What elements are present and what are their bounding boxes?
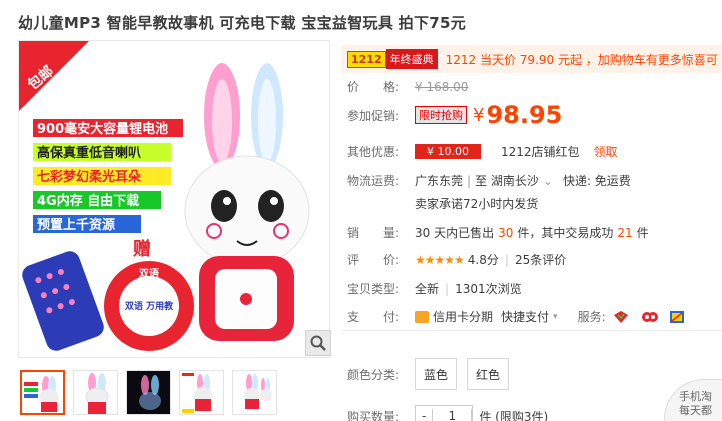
quantity-label: 购买数量:: [347, 409, 400, 421]
guarantee-icon[interactable]: [613, 310, 628, 323]
quantity-limit: 件 (限购3件): [479, 409, 549, 421]
service-label: 服务:: [577, 310, 606, 324]
sales-text-c: 件: [636, 226, 649, 240]
sales-row: 销 量: 30 天内已售出 30 件，其中交易成功 21 件: [347, 224, 649, 241]
rating-score: 4.8分: [467, 253, 499, 267]
event-badge-number: 1212: [347, 50, 386, 68]
magnifier-icon: [310, 335, 326, 351]
coupon-badge: ¥ 10.00: [415, 144, 481, 159]
gift-label: 赠: [133, 238, 151, 260]
promo-text: 1212 当天价 79.90 元起 ，加购物车有更多惊喜可: [445, 52, 718, 67]
color-label: 颜色分类:: [347, 367, 400, 382]
item-type-separator: |: [445, 281, 450, 296]
book-title-a: 双语: [139, 267, 159, 280]
other-discount-row: 其他优惠: ¥ 10.00 1212店铺红包 领取: [347, 143, 618, 160]
mobile-prompt-line-2: 每天都: [679, 404, 712, 417]
color-option-red[interactable]: 红色: [467, 358, 510, 390]
event-badge-text: 年终盛典: [385, 49, 438, 69]
shipping-promise: 卖家承诺72小时内发货: [415, 197, 539, 211]
thumbnail-1[interactable]: [20, 370, 65, 415]
promotion-label: 参加促销:: [347, 108, 400, 123]
promotion-row: 参加促销: 限时抢购 ¥ 98.95: [347, 101, 562, 129]
shipping-promise-row: 卖家承诺72小时内发货: [415, 195, 538, 212]
thumbnail-3[interactable]: [126, 370, 171, 415]
review-count-link[interactable]: 25条评价: [515, 251, 566, 268]
item-type-row: 宝贝类型: 全新 | 1301次浏览: [347, 280, 522, 297]
item-type-label: 宝贝类型:: [347, 282, 400, 296]
sales-text-b: 件，其中交易成功: [517, 226, 614, 240]
credit-heart-icon[interactable]: [641, 311, 658, 323]
claim-coupon-link[interactable]: 领取: [594, 143, 618, 160]
promotion-price: 98.95: [486, 101, 563, 129]
credit-installment[interactable]: 信用卡分期: [433, 308, 493, 325]
promo-bar[interactable]: 1212 年终盛典 1212 当天价 79.90 元起 ，加购物车有更多惊喜可: [341, 45, 722, 73]
chevron-down-icon[interactable]: ⌄: [543, 174, 553, 188]
mobile-app-prompt[interactable]: 手机淘 每天都: [664, 379, 722, 421]
payment-label: 支 付:: [347, 310, 400, 324]
thumbnail-5[interactable]: [232, 370, 277, 415]
product-title: 幼儿童MP3 智能早教故事机 可充电下载 宝宝益智玩具 拍下75元: [18, 14, 467, 32]
color-row: 颜色分类: 蓝色 红色: [347, 358, 519, 390]
divider: [341, 330, 722, 331]
thumbnail-strip: [20, 370, 277, 415]
feature-label-2: 高保真重低音喇叭: [37, 145, 141, 161]
rating-label: 评 价:: [347, 253, 400, 267]
zoom-button[interactable]: [305, 330, 331, 356]
ship-from: 广东东莞: [415, 174, 464, 188]
quantity-decrease-button[interactable]: -: [416, 409, 432, 421]
mobile-prompt-line-1: 手机淘: [679, 390, 712, 403]
rating-row: 评 价: ★★★★★ 4.8分 | 25条评价: [347, 251, 566, 268]
quantity-stepper[interactable]: - 1: [415, 405, 474, 421]
event-badge: 1212 年终盛典: [347, 49, 438, 69]
quick-pay-dropdown-icon[interactable]: ▾: [553, 312, 558, 322]
card-payment-icon[interactable]: [669, 310, 684, 323]
logistics-row: 物流运费: 广东东莞 | 至 湖南长沙 ⌄ 快递: 免运费: [347, 172, 631, 189]
feature-label-1: 900毫安大容量锂电池: [37, 121, 168, 137]
quantity-input[interactable]: 1: [432, 409, 473, 421]
price-row: 价 格: ¥ 168.00: [347, 78, 468, 95]
rating-stars: ★★★★★: [415, 252, 465, 267]
payment-row: 支 付: 信用卡分期 快捷支付 ▾ 服务:: [347, 308, 688, 325]
logistics-label: 物流运费:: [347, 174, 400, 188]
book-title-b: 双语 万用教: [125, 300, 174, 312]
currency-symbol: ¥: [473, 104, 485, 126]
thumbnail-2[interactable]: [73, 370, 118, 415]
thumbnail-4[interactable]: [179, 370, 224, 415]
logistics-separator: |: [467, 173, 472, 188]
sold-count: 30: [498, 225, 514, 240]
feature-label-3: 七彩梦幻柔光耳朵: [37, 169, 141, 185]
sales-text-a: 30 天内已售出: [415, 226, 495, 240]
item-type-value: 全新: [415, 282, 440, 296]
quick-pay[interactable]: 快捷支付: [501, 308, 549, 325]
other-discount-label: 其他优惠:: [347, 145, 400, 159]
flash-sale-tag: 限时抢购: [415, 106, 467, 124]
price-label: 价 格:: [347, 80, 400, 94]
ship-to-selector[interactable]: 至 湖南长沙: [475, 172, 539, 189]
feature-label-5: 预置上千资源: [37, 217, 115, 233]
color-option-blue[interactable]: 蓝色: [415, 358, 458, 390]
shop-coupon-text: 1212店铺红包: [501, 145, 580, 159]
credit-card-icon: [415, 310, 429, 323]
rating-separator: |: [504, 252, 509, 267]
main-product-image[interactable]: 900毫安大容量锂电池 高保真重低音喇叭 七彩梦幻柔光耳朵 4G内存 自由下载 …: [18, 40, 330, 358]
feature-label-4: 4G内存 自由下载: [37, 193, 139, 209]
view-count: 1301次浏览: [455, 282, 522, 296]
success-count: 21: [617, 225, 633, 240]
original-price: ¥ 168.00: [415, 79, 469, 94]
shipping-fee: 快递: 免运费: [562, 174, 631, 188]
sales-label: 销 量:: [347, 226, 400, 240]
quantity-row: 购买数量: - 1 件 (限购3件): [347, 405, 548, 421]
